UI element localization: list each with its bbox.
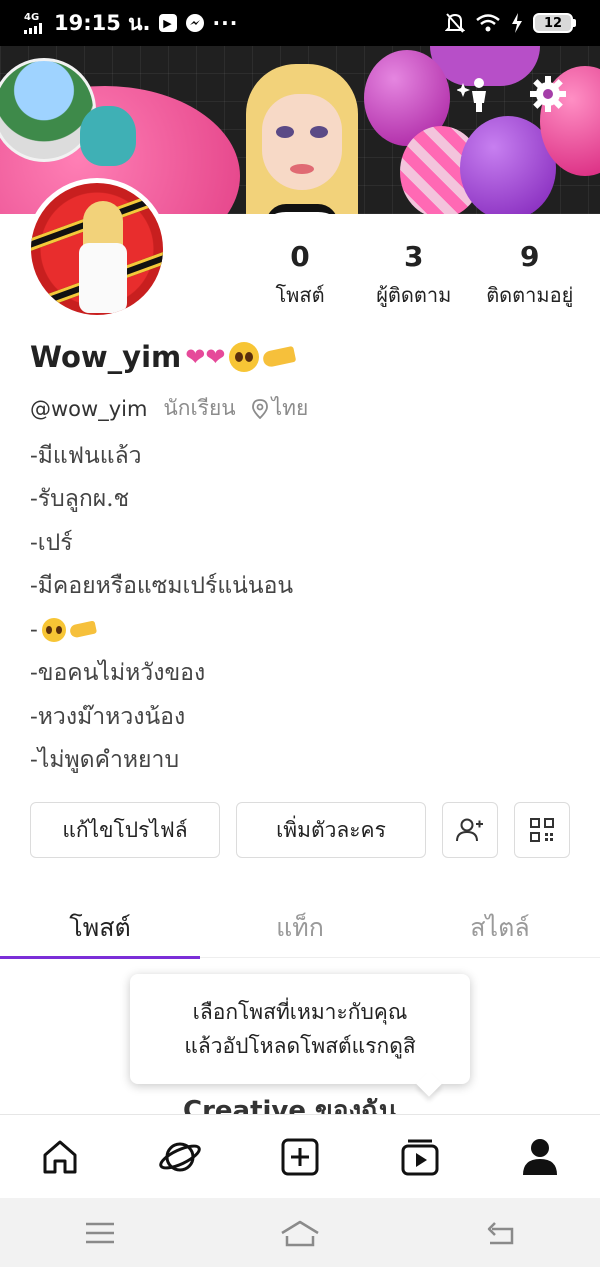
nav-home[interactable] <box>30 1127 90 1187</box>
edit-profile-button[interactable]: แก้ไขโปรไฟล์ <box>30 802 220 858</box>
bio-line-text: - <box>30 616 38 643</box>
cover-troll-sticker <box>80 106 136 166</box>
creative-section-title: Creative ของฉัน <box>183 1096 397 1114</box>
pleading-face-emoji-icon <box>229 342 260 372</box>
add-character-button[interactable]: เพิ่มตัวละคร <box>236 802 426 858</box>
wifi-icon <box>476 14 500 32</box>
location-text: ไทย <box>271 396 309 420</box>
system-menu-button[interactable] <box>70 1208 130 1258</box>
occupation: นักเรียน <box>163 396 236 420</box>
system-home-button[interactable] <box>270 1208 330 1258</box>
stat-value: 9 <box>520 240 540 273</box>
battery-level: 12 <box>533 13 573 33</box>
heart-emoji-icon: ❤❤ <box>185 343 226 371</box>
stat-label: ผู้ติดตาม <box>376 283 452 307</box>
profile-icon <box>523 1138 557 1175</box>
menu-icon <box>86 1222 114 1243</box>
messenger-notification-icon <box>185 14 204 32</box>
stat-label: โพสต์ <box>275 283 325 307</box>
system-back-button[interactable] <box>470 1208 530 1258</box>
tab-tags[interactable]: แท็ก <box>200 898 400 958</box>
home-outline-icon <box>281 1220 319 1246</box>
profile-actions: แก้ไขโปรไฟล์ เพิ่มตัวละคร <box>30 802 570 858</box>
system-navigation-bar <box>0 1198 600 1267</box>
pinching-hand-emoji-icon <box>68 620 97 639</box>
nav-videos[interactable] <box>390 1127 450 1187</box>
network-type: 4G <box>24 11 40 23</box>
stat-value: 3 <box>404 240 424 273</box>
profile-stats: 0 โพสต์ 3 ผู้ติดตาม 9 ติดตามอยู่ <box>262 240 582 311</box>
bio-line: -มีคอยหรือแซมเปร์แน่นอน <box>30 573 294 600</box>
planet-icon <box>159 1142 201 1171</box>
charging-icon <box>512 13 522 33</box>
stat-posts[interactable]: 0 โพสต์ <box>262 240 338 311</box>
avatar-character <box>246 64 358 214</box>
qr-code-icon <box>530 818 554 842</box>
bio-line: -เปร์ <box>30 529 73 556</box>
clock: 19:15 น. <box>54 10 151 35</box>
profile-avatar[interactable] <box>26 178 168 320</box>
tooltip-line: แล้วอัปโหลดโพสต์แรกดูสิ <box>184 1034 416 1058</box>
bio-line: -มีแฟนแล้ว <box>30 442 142 469</box>
add-friend-icon <box>456 818 483 842</box>
stat-label: ติดตามอยู่ <box>486 283 574 307</box>
qr-code-button[interactable] <box>514 802 570 858</box>
video-icon <box>401 1139 439 1175</box>
youtube-notification-icon: ▶ <box>158 14 177 32</box>
more-notifications: ··· <box>212 11 239 35</box>
pinching-hand-emoji-icon <box>262 345 297 369</box>
profile-bio: -มีแฟนแล้ว -รับลูกผ.ช -เปร์ -มีคอยหรือแซ… <box>30 434 293 782</box>
nav-create[interactable] <box>270 1127 330 1187</box>
profile-tabs: โพสต์ แท็ก สไตล์ <box>0 898 600 959</box>
stat-following[interactable]: 9 ติดตามอยู่ <box>478 240 583 311</box>
tab-posts[interactable]: โพสต์ <box>0 898 200 959</box>
back-icon <box>487 1221 514 1244</box>
location: ไทย <box>251 392 309 425</box>
status-bar: 4G 19:15 น. ▶ ··· 12 <box>0 0 600 46</box>
home-icon <box>43 1140 77 1173</box>
pleading-face-emoji-icon <box>41 617 66 642</box>
bio-line: -หวงม๊าหวงน้อง <box>30 703 186 730</box>
nav-profile[interactable] <box>510 1127 570 1187</box>
signal-icon: 4G <box>24 11 42 34</box>
profile-meta: @wow_yim นักเรียน ไทย <box>30 392 308 425</box>
avatar-sparkle-icon[interactable] <box>456 74 496 114</box>
location-pin-icon <box>251 398 268 419</box>
tab-styles[interactable]: สไตล์ <box>400 898 600 958</box>
mute-bell-icon <box>445 13 465 33</box>
add-post-icon <box>281 1138 319 1175</box>
settings-icon[interactable] <box>528 74 568 114</box>
bio-line-emoji: - <box>30 608 293 652</box>
upload-tip-tooltip[interactable]: เลือกโพสที่เหมาะกับคุณ แล้วอัปโหลดโพสต์แ… <box>130 974 470 1097</box>
add-friend-button[interactable] <box>442 802 498 858</box>
stat-followers[interactable]: 3 ผู้ติดตาม <box>352 240 476 311</box>
tooltip-line: เลือกโพสที่เหมาะกับคุณ <box>192 1000 408 1024</box>
battery-icon: 12 <box>533 13 576 33</box>
bio-line: -รับลูกผ.ช <box>30 486 130 513</box>
display-name-text: Wow_yim <box>30 340 182 374</box>
bio-line: -ไม่พูดคำหยาบ <box>30 747 180 774</box>
stat-value: 0 <box>290 240 310 273</box>
bio-line: -ขอคนไม่หวังของ <box>30 660 206 687</box>
nav-explore[interactable] <box>150 1127 210 1187</box>
username: @wow_yim <box>30 396 148 421</box>
display-name: Wow_yim ❤❤ <box>30 340 297 374</box>
bottom-navigation <box>0 1114 600 1198</box>
